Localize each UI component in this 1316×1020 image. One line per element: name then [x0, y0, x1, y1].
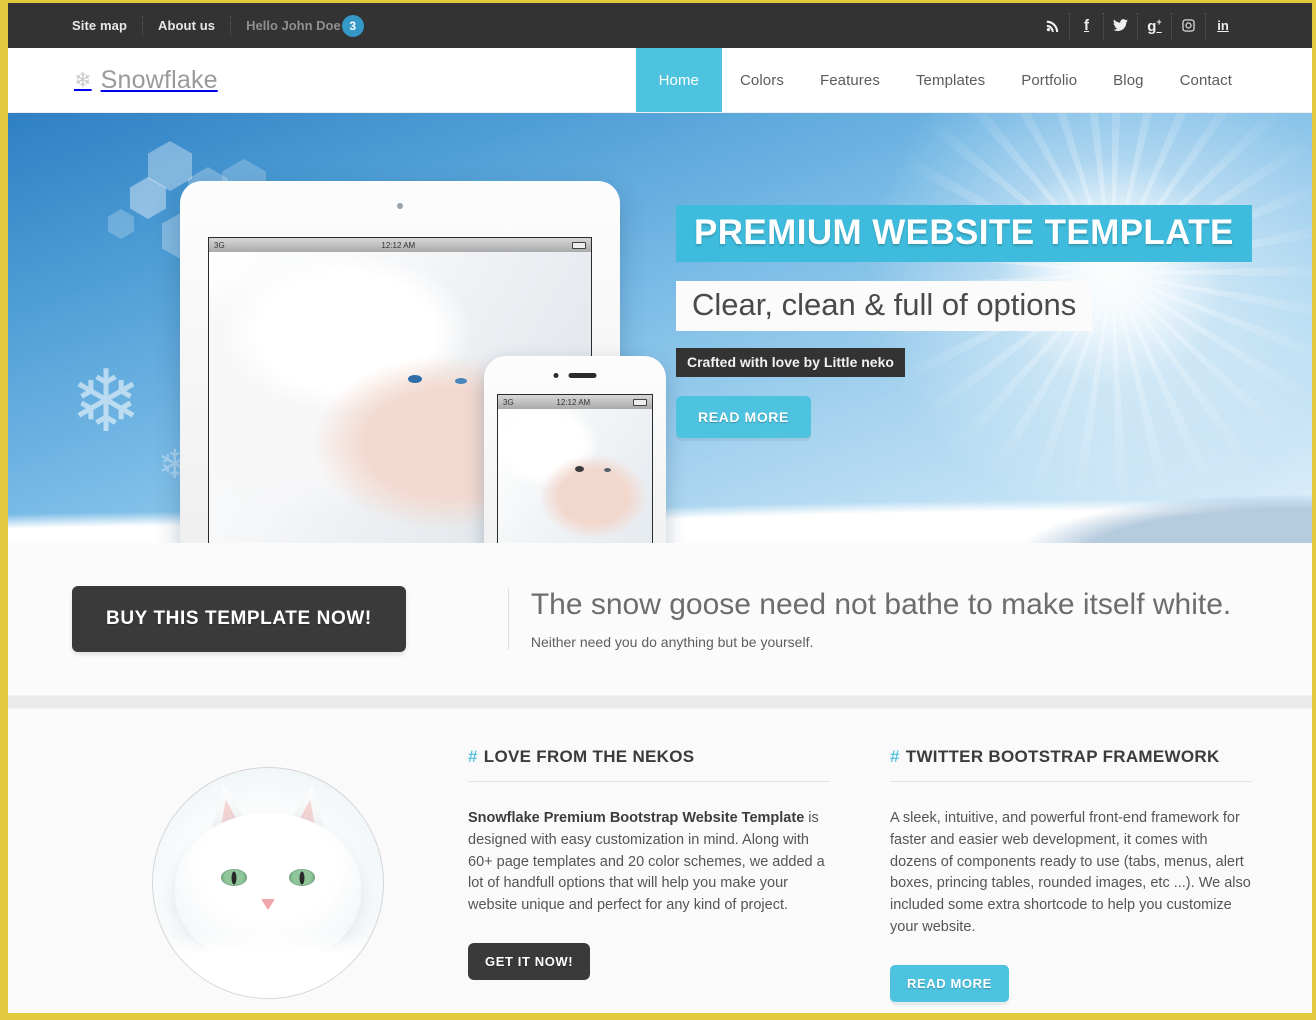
hero-banner: ❄ ❄ 3G 12:12 AM 3G 12:12 AM	[8, 113, 1312, 543]
logo-text: Snowflake	[100, 65, 218, 94]
facebook-icon[interactable]: f	[1070, 12, 1104, 39]
nav-item-blog[interactable]: Blog	[1095, 48, 1161, 112]
column-heading: # TWITTER BOOTSTRAP FRAMEWORK	[890, 747, 1252, 782]
model-photo-phone	[498, 409, 652, 543]
snowflake-icon: ❄	[74, 68, 92, 92]
cta-band: BUY THIS TEMPLATE NOW! The snow goose ne…	[8, 543, 1312, 695]
quote-block: The snow goose need not bathe to make it…	[507, 588, 1232, 650]
phone-screen: 3G 12:12 AM	[497, 394, 653, 543]
phone-time-label: 12:12 AM	[556, 397, 591, 407]
nav-item-colors[interactable]: Colors	[722, 48, 802, 112]
phone-status-bar: 3G 12:12 AM	[498, 395, 652, 409]
content-section: www.example-photo.com # LOVE FROM THE NEK…	[8, 709, 1312, 1002]
hero-read-more-button[interactable]: READ MORE	[676, 396, 811, 438]
quote-main-text: The snow goose need not bathe to make it…	[530, 588, 1232, 622]
topbar-link-site-map[interactable]: Site map	[66, 15, 143, 36]
site-logo[interactable]: ❄ Snowflake	[74, 48, 218, 112]
battery-icon	[632, 398, 647, 406]
google-plus-icon[interactable]: g+	[1138, 12, 1172, 39]
nav-item-contact[interactable]: Contact	[1162, 48, 1250, 112]
rss-icon[interactable]	[1036, 12, 1070, 39]
site-header: ❄ Snowflake Home Colors Features Templat…	[8, 48, 1312, 113]
column-twitter-bootstrap-framework: # TWITTER BOOTSTRAP FRAMEWORK A sleek, in…	[848, 747, 1252, 1002]
hero-tagline: Crafted with love by Little neko	[676, 348, 905, 377]
buy-template-button[interactable]: BUY THIS TEMPLATE NOW!	[72, 586, 406, 652]
battery-icon	[571, 241, 586, 249]
column-body: Snowflake Premium Bootstrap Website Temp…	[468, 808, 830, 917]
phone-signal-label: 3G	[503, 397, 514, 407]
cat-photo-circle: www.example-photo.com	[152, 767, 384, 999]
column-love-from-the-nekos: # LOVE FROM THE NEKOS Snowflake Premium B…	[468, 747, 848, 1002]
nav-item-portfolio[interactable]: Portfolio	[1003, 48, 1095, 112]
page-root: Site map About us Hello John Doe 3 f g+ …	[0, 0, 1316, 1020]
get-it-now-button[interactable]: GET IT NOW!	[468, 942, 591, 980]
photo-watermark: www.example-photo.com	[152, 976, 176, 988]
top-utility-bar: Site map About us Hello John Doe 3 f g+ …	[8, 0, 1312, 48]
tablet-time-label: 12:12 AM	[381, 240, 416, 250]
nav-item-home[interactable]: Home	[635, 48, 722, 112]
hash-icon: #	[468, 747, 478, 766]
twitter-icon[interactable]	[1104, 12, 1138, 39]
topbar-links: Site map About us Hello John Doe 3	[66, 3, 376, 48]
column-body-rest: A sleek, intuitive, and powerful front-e…	[890, 810, 1251, 935]
cat-eye-right	[289, 869, 315, 886]
column-heading-text: LOVE FROM THE NEKOS	[483, 747, 695, 766]
main-navigation: Home Colors Features Templates Portfolio…	[635, 48, 1250, 112]
read-more-button[interactable]: READ MORE	[890, 964, 1009, 1002]
instagram-icon[interactable]	[1172, 12, 1206, 39]
social-links: f g+ in	[1036, 12, 1240, 39]
cat-eye-left	[221, 869, 247, 886]
topbar-link-about-us[interactable]: About us	[143, 15, 232, 36]
phone-speaker-group	[553, 373, 597, 378]
tablet-signal-label: 3G	[214, 240, 225, 250]
column-heading: # LOVE FROM THE NEKOS	[468, 747, 830, 782]
greeting-text: Hello John Doe	[246, 18, 341, 33]
column-heading-text: TWITTER BOOTSTRAP FRAMEWORK	[905, 747, 1220, 766]
hero-subtitle: Clear, clean & full of options	[676, 281, 1093, 331]
hero-copy-block: PREMIUM WEBSITE TEMPLATE Clear, clean & …	[676, 205, 1252, 438]
phone-mockup: 3G 12:12 AM	[484, 356, 666, 543]
snow-ridge-shadow	[892, 473, 1312, 543]
hero-title: PREMIUM WEBSITE TEMPLATE	[676, 205, 1252, 262]
tablet-status-bar: 3G 12:12 AM	[209, 238, 591, 252]
column-body: A sleek, intuitive, and powerful front-e…	[890, 808, 1252, 939]
nav-item-features[interactable]: Features	[802, 48, 898, 112]
photo-column: www.example-photo.com	[68, 747, 468, 1002]
quote-sub-text: Neither need you do anything but be your…	[530, 633, 814, 650]
hash-icon: #	[890, 747, 900, 766]
linkedin-icon[interactable]: in	[1206, 13, 1240, 39]
nav-item-templates[interactable]: Templates	[898, 48, 1003, 112]
user-greeting[interactable]: Hello John Doe 3	[231, 14, 376, 37]
column-body-strong: Snowflake Premium Bootstrap Website Temp…	[468, 810, 805, 826]
snow-foreground	[153, 914, 383, 998]
notification-badge[interactable]: 3	[341, 14, 364, 37]
section-divider	[8, 695, 1312, 709]
